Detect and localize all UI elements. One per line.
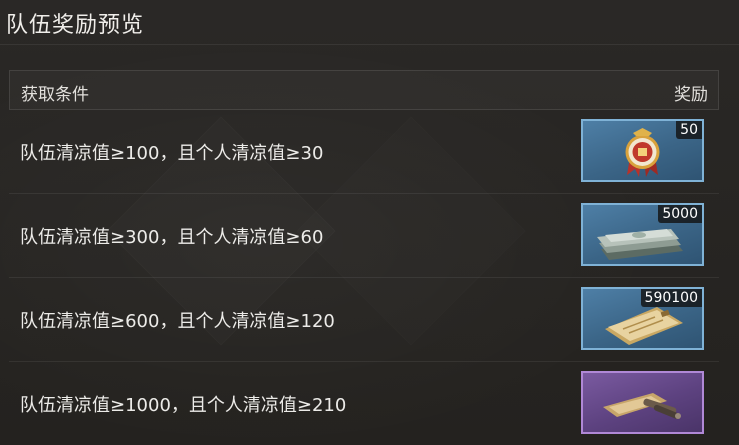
page-title: 队伍奖励预览 bbox=[6, 13, 145, 38]
table-row: 队伍清凉值≥100，且个人清凉值≥30 50 bbox=[9, 110, 719, 194]
reward-quantity: 590100 bbox=[640, 289, 702, 307]
table-row: 队伍清凉值≥1000，且个人清凉值≥210 bbox=[9, 362, 719, 445]
table-header: 获取条件 奖励 bbox=[9, 70, 719, 110]
reward-item-slot[interactable]: 5000 bbox=[581, 203, 704, 266]
team-reward-preview-panel: 队伍奖励预览 获取条件 奖励 队伍清凉值≥100，且个人清凉值≥30 50 队伍… bbox=[0, 0, 739, 445]
reward-condition: 队伍清凉值≥600，且个人清凉值≥120 bbox=[20, 311, 335, 332]
header-reward: 奖励 bbox=[674, 85, 708, 105]
reward-quantity: 5000 bbox=[658, 205, 702, 223]
header-condition: 获取条件 bbox=[21, 85, 89, 105]
title-bar: 队伍奖励预览 bbox=[0, 0, 739, 45]
reward-item-slot[interactable] bbox=[581, 371, 704, 434]
reward-condition: 队伍清凉值≥300，且个人清凉值≥60 bbox=[20, 227, 324, 248]
reward-quantity: 50 bbox=[676, 121, 702, 139]
reward-condition: 队伍清凉值≥1000，且个人清凉值≥210 bbox=[20, 395, 347, 416]
reward-item-slot[interactable]: 590100 bbox=[581, 287, 704, 350]
table-row: 队伍清凉值≥600，且个人清凉值≥120 590100 bbox=[9, 278, 719, 362]
scroll-icon bbox=[603, 393, 681, 420]
reward-item-slot[interactable]: 50 bbox=[581, 119, 704, 182]
reward-condition: 队伍清凉值≥100，且个人清凉值≥30 bbox=[20, 143, 324, 164]
table-row: 队伍清凉值≥300，且个人清凉值≥60 5000 bbox=[9, 194, 719, 278]
reward-table: 获取条件 奖励 队伍清凉值≥100，且个人清凉值≥30 50 队伍清凉值≥300… bbox=[9, 70, 719, 445]
